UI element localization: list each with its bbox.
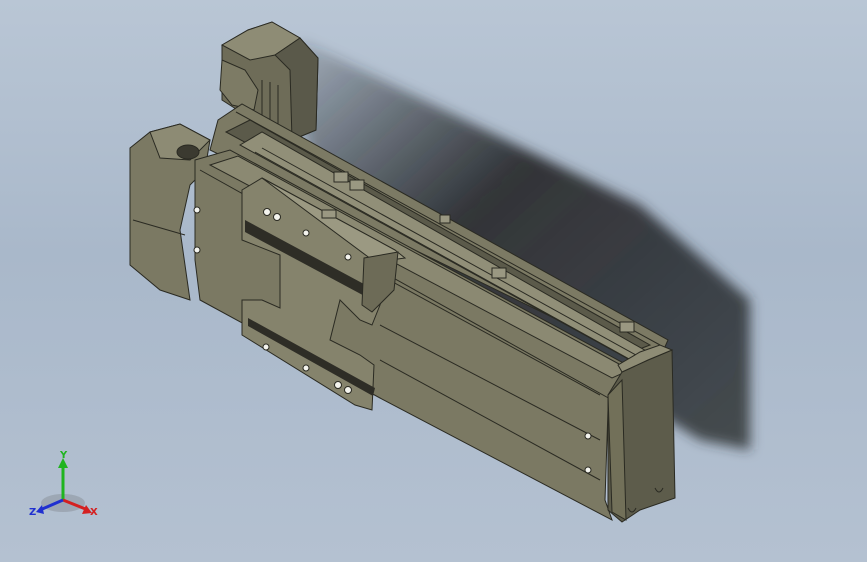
- hole: [302, 364, 310, 372]
- axis-triad[interactable]: Y X Z: [29, 450, 98, 518]
- hole: [584, 466, 592, 474]
- hole: [273, 213, 281, 221]
- hole: [334, 381, 342, 389]
- z-axis-label: Z: [29, 507, 36, 518]
- hole: [193, 246, 201, 254]
- y-axis-label: Y: [59, 450, 68, 461]
- model-view[interactable]: Y X Z: [0, 0, 867, 562]
- x-axis-label: X: [90, 507, 98, 518]
- hole: [344, 386, 352, 394]
- graphics-viewport[interactable]: Y X Z: [0, 0, 867, 562]
- hole: [262, 343, 270, 351]
- hole: [193, 206, 201, 214]
- hole: [263, 208, 271, 216]
- hole: [344, 253, 352, 261]
- hole: [302, 229, 310, 237]
- hole: [584, 432, 592, 440]
